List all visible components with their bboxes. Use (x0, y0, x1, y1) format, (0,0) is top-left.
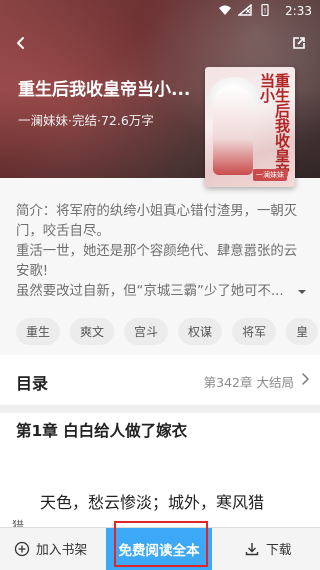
chapter-preview: 第1章 白白给人做了嫁衣 天色，愁云惨淡；城外，寒风猎 猎 (0, 413, 320, 533)
chapter-text: 天色，愁云惨淡；城外，寒风猎 (40, 493, 265, 512)
download-icon (245, 542, 259, 555)
chapter-title: 第1章 白白给人做了嫁衣 (16, 422, 188, 440)
tag-item[interactable]: 重生 (16, 318, 61, 345)
book-title: 重生后我收皇帝当小... (18, 80, 191, 100)
download-button[interactable]: 下载 (244, 539, 292, 558)
tag-list: 重生 爽文 宫斗 权谋 将军 皇 (16, 318, 320, 345)
status-time: 2:33 (285, 4, 312, 18)
battery-icon: ! (261, 4, 269, 16)
cover-author-badge: 一澜妹妹 (253, 169, 287, 181)
read-free-button[interactable]: 免费阅读全本 (106, 528, 212, 570)
section-divider (0, 405, 320, 413)
status-bar: ! 2:33 (0, 0, 320, 22)
toc-row[interactable]: 目录 第342章 大结局 (0, 355, 320, 405)
share-button[interactable] (288, 32, 310, 54)
download-label: 下载 (266, 543, 292, 558)
tag-item[interactable]: 宫斗 (124, 318, 169, 345)
intro-line-3-row: 虽然要改过自新，但“京城三霸”少了她可不... (16, 282, 308, 302)
tag-item[interactable]: 爽文 (70, 318, 115, 345)
no-signal-icon (238, 4, 252, 16)
cover-figure (213, 85, 253, 175)
intro-line-2: 重活一世，她还是那个容颜绝代、肆意嚣张的云安歌! (16, 244, 298, 279)
tag-item[interactable]: 将军 (232, 318, 277, 345)
share-icon (293, 37, 305, 49)
svg-text:!: ! (264, 7, 267, 15)
toc-label: 目录 (16, 374, 49, 393)
wifi-icon (219, 5, 231, 15)
intro-line-3: 虽然要改过自新，但“京城三霸”少了她可不... (16, 284, 284, 299)
read-free-label: 免费阅读全本 (118, 543, 200, 559)
chevron-down-icon[interactable] (296, 286, 308, 298)
add-to-shelf-button[interactable]: 加入书架 (14, 539, 87, 558)
plus-circle-icon (14, 541, 30, 556)
tag-item[interactable]: 皇 (286, 318, 319, 345)
top-bar (0, 30, 320, 58)
toc-latest-chapter: 第342章 大结局 (203, 375, 294, 390)
bottom-action-bar: 加入书架 免费阅读全本 下载 (0, 527, 320, 570)
book-intro[interactable]: 简介：将军府的纨绔小姐真心错付渣男，一朝灭门，咬舌自尽。 重活一世，她还是那个容… (16, 202, 308, 302)
tag-item[interactable]: 权谋 (178, 318, 223, 345)
status-icons: ! (218, 4, 272, 16)
chevron-left-icon (17, 37, 24, 49)
back-button[interactable] (10, 32, 32, 54)
book-cover[interactable]: 重生后我收皇帝当小 一澜妹妹 (205, 67, 295, 187)
chevron-right-icon (302, 373, 309, 385)
add-to-shelf-label: 加入书架 (36, 543, 88, 558)
book-meta: 一澜妹妹·完结·72.6万字 (18, 113, 154, 128)
intro-line-1: 简介：将军府的纨绔小姐真心错付渣男，一朝灭门，咬舌自尽。 (16, 204, 298, 239)
